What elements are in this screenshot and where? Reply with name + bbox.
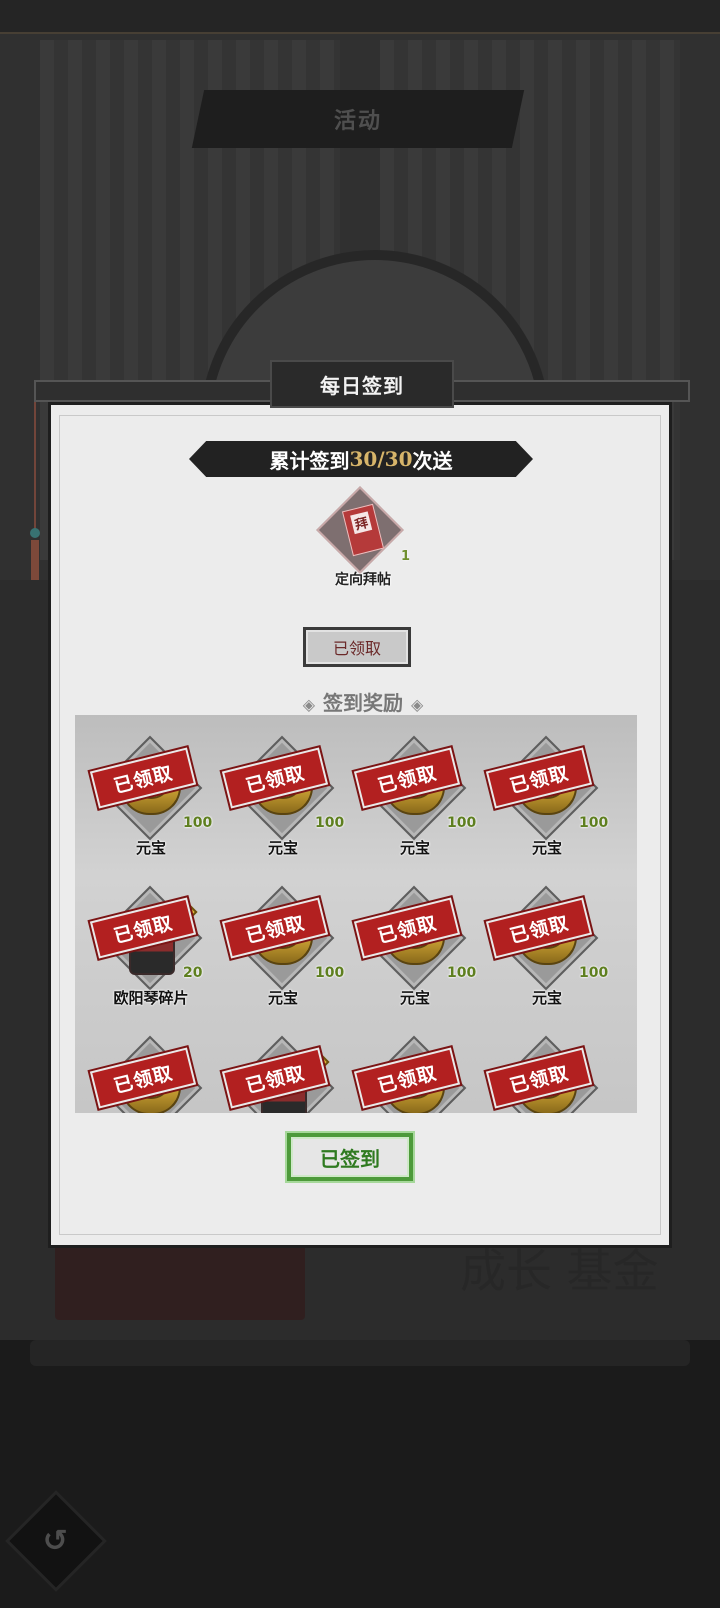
cumulative-signin-banner: 累计签到 30/30 次送 (189, 441, 533, 477)
reward-name: 定向拜帖 (335, 572, 391, 588)
cumulative-suffix: 次送 (412, 448, 453, 473)
reward-cell[interactable]: 已领取100元宝 (217, 881, 349, 1007)
reward-cell[interactable]: 已领取100元宝 (481, 881, 613, 1007)
reward-quantity: 100 (315, 815, 345, 831)
reward-name: 元宝 (531, 989, 562, 1007)
rewards-grid: 已领取 100 元宝 已领取 100 元宝 已领取 100 元宝 已领取 100 元宝 已领取 20 欧阳琴… (85, 731, 613, 1113)
cumulative-reward-item[interactable]: 拜 1 定向拜帖 (313, 486, 413, 591)
reward-quantity: 100 (447, 815, 477, 831)
daily-signin-dialog: 累计签到 30/30 次送 拜 1 定向拜帖 已领取 ◈ 签到奖励 ◈ 已领取 100… (48, 402, 672, 1248)
reward-name: 元宝 (399, 989, 430, 1007)
reward-cell[interactable]: 已领取100元宝 (349, 881, 481, 1007)
reward-name: 元宝 (267, 839, 298, 857)
reward-cell[interactable]: 已领取 20 欧阳琴碎片 (85, 881, 217, 1007)
reward-cell[interactable]: 已领取20 (217, 1031, 349, 1113)
reward-quantity: 100 (579, 815, 609, 831)
cumulative-count: 30/30 (349, 447, 413, 471)
diamond-deco-icon: ◈ (411, 695, 424, 714)
reward-cell[interactable]: 已领取100元宝 (85, 731, 217, 857)
reward-quantity: 100 (183, 815, 213, 831)
reward-quantity: 20 (183, 965, 203, 981)
reward-cell[interactable]: 已领取100元宝 (349, 731, 481, 857)
signin-rewards-header: ◈ 签到奖励 ◈ (51, 687, 675, 716)
diamond-deco-icon: ◈ (302, 695, 315, 714)
reward-quantity: 100 (579, 965, 609, 981)
reward-name: 欧阳琴碎片 (113, 989, 189, 1007)
cumulative-prefix: 累计签到 (269, 448, 350, 473)
reward-cell[interactable]: 已领取100元宝 (85, 1031, 217, 1113)
reward-cell[interactable]: 已领取100元宝 (481, 731, 613, 857)
rewards-scroll-panel[interactable]: 已领取 100 元宝 已领取 100 元宝 已领取 100 元宝 已领取 100 元宝 已领取 20 欧阳琴… (75, 715, 637, 1113)
reward-quantity: 100 (315, 965, 345, 981)
dialog-title: 每日签到 (270, 360, 454, 408)
reward-quantity: 1 (401, 549, 411, 564)
reward-cell[interactable]: 已领取100元宝 (481, 1031, 613, 1113)
reward-name: 元宝 (135, 839, 166, 857)
reward-cell[interactable]: 已领取100元宝 (349, 1031, 481, 1113)
reward-name: 元宝 (399, 839, 430, 857)
reward-quantity: 100 (447, 965, 477, 981)
claimed-button[interactable]: 已领取 (303, 627, 411, 667)
signed-in-button[interactable]: 已签到 (287, 1133, 413, 1181)
card-char: 拜 (350, 511, 372, 535)
section-title: 签到奖励 (323, 691, 403, 715)
reward-cell[interactable]: 已领取100元宝 (217, 731, 349, 857)
reward-name: 元宝 (267, 989, 298, 1007)
reward-name: 元宝 (531, 839, 562, 857)
